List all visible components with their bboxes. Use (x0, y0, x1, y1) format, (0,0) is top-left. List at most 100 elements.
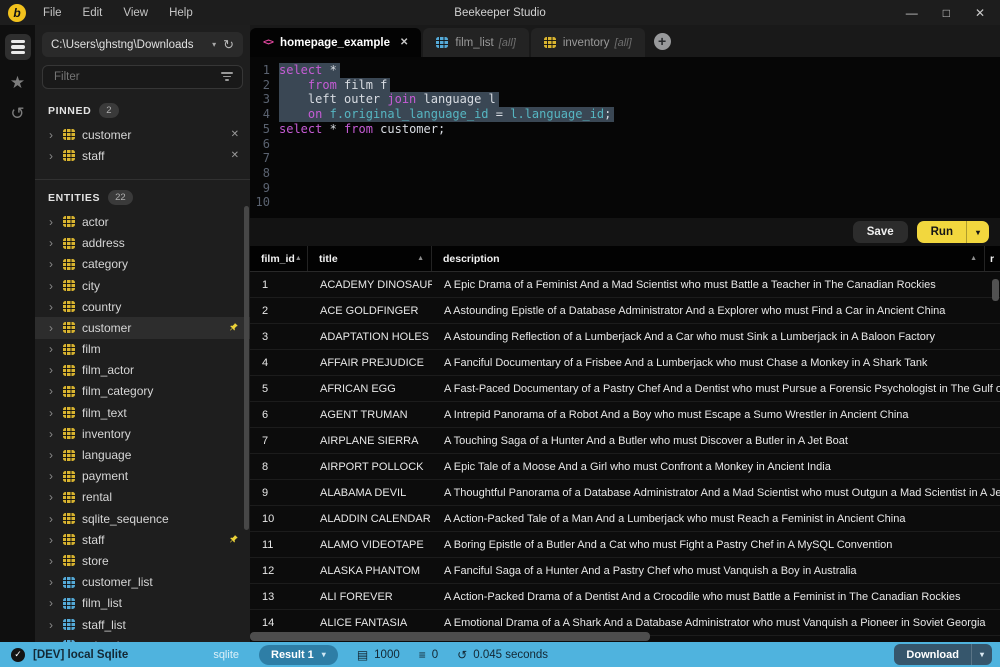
unpin-close-icon[interactable]: ✕ (231, 150, 239, 161)
column-header-title[interactable]: title▲ (308, 246, 432, 271)
chevron-right-icon[interactable]: › (49, 129, 56, 141)
chevron-right-icon[interactable]: › (49, 555, 56, 567)
entity-item-rental[interactable]: ›rental (35, 487, 250, 508)
entity-item-payment[interactable]: ›payment (35, 466, 250, 487)
download-button[interactable]: Download ▾ (894, 644, 992, 665)
chevron-right-icon[interactable]: › (49, 364, 56, 376)
new-tab-button[interactable]: + (654, 33, 671, 50)
chevron-right-icon[interactable]: › (49, 216, 56, 228)
entity-item-city[interactable]: ›city (35, 275, 250, 296)
sort-caret-icon[interactable]: ▲ (417, 255, 424, 262)
tab-film_list[interactable]: film_list[all] (423, 28, 528, 57)
chevron-right-icon[interactable]: › (49, 534, 56, 546)
sort-caret-icon[interactable]: ▲ (295, 255, 302, 262)
run-button[interactable]: Run ▾ (917, 221, 989, 243)
entity-item-staff_list[interactable]: ›staff_list (35, 614, 250, 635)
chevron-right-icon[interactable]: › (49, 428, 56, 440)
entity-item-staff[interactable]: ›staff (35, 529, 250, 550)
menu-edit[interactable]: Edit (83, 7, 103, 19)
chevron-right-icon[interactable]: › (49, 322, 56, 334)
entity-item-film[interactable]: ›film (35, 339, 250, 360)
view-icon (436, 37, 448, 48)
unpin-close-icon[interactable]: ✕ (231, 129, 239, 140)
maximize-button[interactable]: □ (943, 6, 950, 20)
table-row[interactable]: 9ALABAMA DEVILA Thoughtful Panorama of a… (250, 480, 1000, 506)
run-button-label[interactable]: Run (917, 221, 966, 243)
connection-status[interactable]: ✓ [DEV] local Sqlite sqlite (0, 648, 250, 662)
column-header-description[interactable]: description▲ (432, 246, 985, 271)
vertical-scrollbar[interactable] (992, 279, 999, 301)
database-nav-button[interactable] (5, 34, 31, 60)
entity-item-actor[interactable]: ›actor (35, 211, 250, 232)
entity-item-film_text[interactable]: ›film_text (35, 402, 250, 423)
table-row[interactable]: 11ALAMO VIDEOTAPEA Boring Epistle of a B… (250, 532, 1000, 558)
table-row[interactable]: 8AIRPORT POLLOCKA Epic Tale of a Moose A… (250, 454, 1000, 480)
entity-item-sqlite_sequence[interactable]: ›sqlite_sequence (35, 508, 250, 529)
table-row[interactable]: 2ACE GOLDFINGERA Astounding Epistle of a… (250, 298, 1000, 324)
entity-item-country[interactable]: ›country (35, 296, 250, 317)
chevron-right-icon[interactable]: › (49, 385, 56, 397)
entity-item-film_list[interactable]: ›film_list (35, 593, 250, 614)
table-row[interactable]: 4AFFAIR PREJUDICEA Fanciful Documentary … (250, 350, 1000, 376)
entity-item-film_category[interactable]: ›film_category (35, 381, 250, 402)
entity-item-customer_list[interactable]: ›customer_list (35, 572, 250, 593)
download-dropdown-caret-icon[interactable]: ▾ (971, 644, 992, 665)
chevron-right-icon[interactable]: › (49, 619, 56, 631)
refresh-icon[interactable]: ↻ (223, 37, 234, 53)
chevron-right-icon[interactable]: › (49, 576, 56, 588)
chevron-right-icon[interactable]: › (49, 343, 56, 355)
menu-view[interactable]: View (123, 7, 148, 19)
sort-caret-icon[interactable]: ▲ (970, 255, 977, 262)
entity-item-sales_by_store[interactable]: ›sales_by_store (35, 635, 250, 642)
save-button[interactable]: Save (853, 221, 908, 243)
sidebar-scrollbar[interactable] (244, 206, 249, 530)
download-button-label[interactable]: Download (894, 644, 971, 665)
chevron-right-icon[interactable]: › (49, 258, 56, 270)
chevron-right-icon[interactable]: › (49, 237, 56, 249)
entity-item-customer[interactable]: ›customer (35, 317, 250, 338)
column-header-film_id[interactable]: film_id▲ (250, 246, 308, 271)
table-row[interactable]: 13ALI FOREVERA Action-Packed Drama of a … (250, 584, 1000, 610)
entity-item-address[interactable]: ›address (35, 233, 250, 254)
chevron-right-icon[interactable]: › (49, 449, 56, 461)
run-dropdown-caret-icon[interactable]: ▾ (966, 221, 989, 243)
menu-help[interactable]: Help (169, 7, 193, 19)
chevron-right-icon[interactable]: › (49, 597, 56, 609)
chevron-right-icon[interactable]: › (49, 301, 56, 313)
tab-inventory[interactable]: inventory[all] (531, 28, 645, 57)
chevron-right-icon[interactable]: › (49, 280, 56, 292)
entity-item-language[interactable]: ›language (35, 444, 250, 465)
entity-item-inventory[interactable]: ›inventory (35, 423, 250, 444)
result-selector[interactable]: Result 1 ▾ (259, 645, 338, 665)
table-row[interactable]: 6AGENT TRUMANA Intrepid Panorama of a Ro… (250, 402, 1000, 428)
table-row[interactable]: 10ALADDIN CALENDARA Action-Packed Tale o… (250, 506, 1000, 532)
table-row[interactable]: 5AFRICAN EGGA Fast-Paced Documentary of … (250, 376, 1000, 402)
close-button[interactable]: ✕ (975, 6, 985, 20)
table-row[interactable]: 7AIRPLANE SIERRAA Touching Saga of a Hun… (250, 428, 1000, 454)
table-row[interactable]: 12ALASKA PHANTOMA Fanciful Saga of a Hun… (250, 558, 1000, 584)
favorites-star-icon[interactable]: ★ (10, 74, 25, 91)
horizontal-scrollbar[interactable] (250, 632, 650, 641)
chevron-right-icon[interactable]: › (49, 470, 56, 482)
column-header-partial[interactable]: r (985, 246, 1000, 271)
chevron-right-icon[interactable]: › (49, 150, 56, 162)
filter-funnel-icon[interactable] (221, 72, 233, 82)
pinned-item-customer[interactable]: ›customer✕ (35, 124, 250, 145)
tab-homepage_example[interactable]: <>homepage_example✕ (250, 28, 421, 57)
menu-file[interactable]: File (43, 7, 62, 19)
connection-selector[interactable]: C:\Users\ghstng\Downloads ▾ ↻ (42, 32, 243, 57)
entity-item-category[interactable]: ›category (35, 254, 250, 275)
history-icon[interactable]: ↺ (10, 105, 24, 122)
minimize-button[interactable]: — (906, 6, 918, 20)
pinned-item-staff[interactable]: ›staff✕ (35, 145, 250, 166)
filter-input[interactable] (52, 70, 221, 84)
entity-item-film_actor[interactable]: ›film_actor (35, 360, 250, 381)
table-row[interactable]: 1ACADEMY DINOSAURA Epic Drama of a Femin… (250, 272, 1000, 298)
chevron-right-icon[interactable]: › (49, 513, 56, 525)
sql-editor[interactable]: 1select *2 from film f3 left outer join … (250, 57, 1000, 218)
chevron-right-icon[interactable]: › (49, 407, 56, 419)
close-icon[interactable]: ✕ (400, 37, 408, 48)
table-row[interactable]: 3ADAPTATION HOLESA Astounding Reflection… (250, 324, 1000, 350)
entity-item-store[interactable]: ›store (35, 550, 250, 571)
chevron-right-icon[interactable]: › (49, 491, 56, 503)
